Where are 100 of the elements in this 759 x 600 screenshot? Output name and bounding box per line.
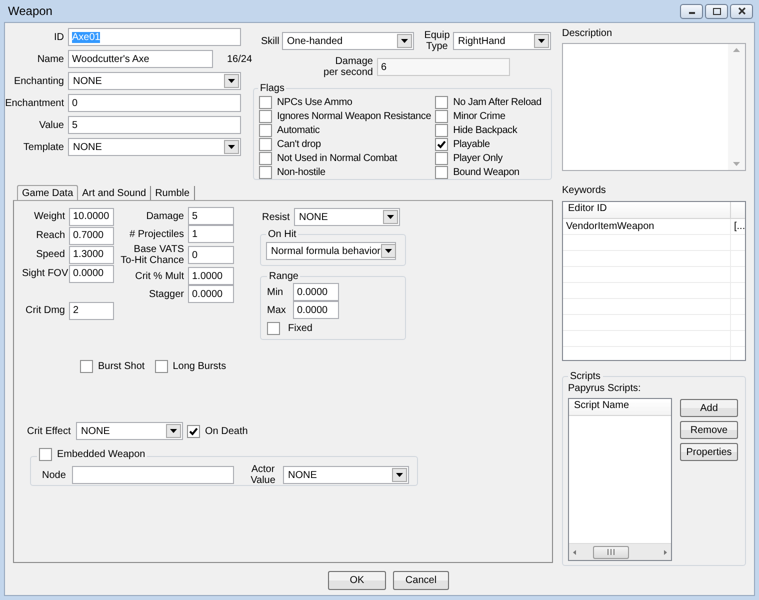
text-field[interactable]: 5 bbox=[188, 207, 234, 225]
checkbox[interactable] bbox=[435, 96, 448, 109]
group-title: Range bbox=[269, 271, 298, 282]
close-button[interactable] bbox=[730, 4, 753, 18]
keyword-list[interactable]: Editor ID VendorItemWeapon [... bbox=[562, 201, 746, 361]
list-cell[interactable]: VendorItemWeapon bbox=[563, 219, 731, 235]
field-label: Name bbox=[36, 54, 64, 64]
script-button[interactable]: Properties bbox=[680, 443, 738, 461]
dropdown[interactable]: NONE bbox=[294, 208, 400, 226]
field-label: Description bbox=[562, 28, 614, 41]
field-label: Base VATS To-Hit Chance bbox=[120, 244, 184, 266]
field-label: Crit Dmg bbox=[24, 305, 65, 316]
checkbox-label: Fixed bbox=[288, 323, 312, 334]
checkbox[interactable] bbox=[259, 152, 272, 165]
vertical-scrollbar[interactable] bbox=[728, 44, 745, 170]
tab[interactable]: Art and Sound bbox=[78, 186, 152, 200]
checkbox[interactable] bbox=[435, 124, 448, 137]
maximize-button[interactable] bbox=[705, 4, 728, 18]
dropdown-arrow-icon bbox=[228, 79, 235, 83]
checkbox-label: Hide Backpack bbox=[453, 125, 518, 136]
text-field[interactable]: 5 bbox=[68, 116, 241, 134]
field-label: ID bbox=[53, 32, 64, 42]
list-cell[interactable]: [... bbox=[731, 219, 745, 235]
dropdown[interactable]: NONE bbox=[76, 422, 183, 440]
checkbox-label: Minor Crime bbox=[453, 111, 506, 122]
checkbox[interactable] bbox=[80, 360, 93, 373]
script-list[interactable]: Script Name bbox=[568, 398, 672, 561]
text-field[interactable]: 0.0000 bbox=[293, 283, 339, 301]
script-button[interactable]: Add bbox=[680, 399, 738, 417]
text-field[interactable]: 2 bbox=[69, 302, 114, 320]
field-label: Max bbox=[267, 304, 287, 316]
checkbox[interactable] bbox=[259, 110, 272, 123]
field-label: Skill bbox=[261, 36, 277, 46]
text-field[interactable]: 0 bbox=[188, 246, 234, 264]
checkbox[interactable] bbox=[435, 138, 448, 151]
script-button[interactable]: Remove bbox=[680, 421, 738, 439]
scroll-up-icon[interactable] bbox=[733, 48, 740, 52]
checkbox[interactable] bbox=[187, 424, 200, 438]
dialog-button[interactable]: OK bbox=[328, 571, 386, 590]
tab[interactable]: Rumble bbox=[151, 186, 195, 200]
checkbox[interactable] bbox=[259, 166, 272, 179]
field-label: Actor Value bbox=[250, 464, 276, 486]
field-label: Crit % Mult bbox=[134, 270, 184, 282]
text-field[interactable]: 0.0000 bbox=[188, 285, 234, 303]
field-label: Stagger bbox=[148, 288, 184, 300]
checkbox-label: Non-hostile bbox=[277, 167, 326, 178]
text-field[interactable]: 0.7000 bbox=[69, 226, 114, 244]
checkbox-label: NPCs Use Ammo bbox=[277, 97, 352, 108]
description-field[interactable] bbox=[562, 43, 746, 171]
dropdown[interactable]: One-handed bbox=[282, 32, 414, 50]
text-field[interactable]: 0.0000 bbox=[293, 301, 339, 319]
dropdown-arrow-icon bbox=[396, 473, 403, 477]
checkbox[interactable] bbox=[259, 96, 272, 109]
checkbox-label: On Death bbox=[205, 426, 248, 436]
field-label: Value bbox=[38, 120, 64, 130]
field-label: Weight bbox=[33, 211, 65, 222]
checkbox-label: Embedded Weapon bbox=[57, 448, 146, 461]
dropdown-arrow-icon bbox=[387, 215, 394, 219]
checkbox-label: Bound Weapon bbox=[453, 167, 520, 178]
text-field[interactable]: 1.3000 bbox=[69, 246, 114, 264]
text-field[interactable]: 10.0000 bbox=[69, 208, 114, 226]
horizontal-scrollbar[interactable] bbox=[569, 543, 671, 560]
checkbox[interactable] bbox=[154, 360, 168, 373]
close-icon bbox=[736, 7, 746, 15]
checkbox[interactable] bbox=[267, 322, 280, 335]
dropdown[interactable]: RightHand bbox=[453, 32, 551, 50]
text-field[interactable]: 0.0000 bbox=[69, 264, 114, 282]
text-field[interactable]: 1.0000 bbox=[188, 267, 234, 285]
text-field[interactable]: Woodcutter's Axe bbox=[68, 50, 213, 68]
dropdown[interactable]: Normal formula behavior bbox=[266, 242, 396, 260]
dropdown[interactable]: NONE bbox=[68, 72, 241, 90]
scroll-thumb[interactable] bbox=[593, 546, 629, 558]
checkbox-label: Burst Shot bbox=[98, 361, 145, 372]
dialog-button[interactable]: Cancel bbox=[393, 571, 449, 590]
text-field[interactable] bbox=[72, 466, 234, 484]
checkbox[interactable] bbox=[39, 448, 52, 461]
checkbox[interactable] bbox=[259, 124, 272, 137]
checkbox[interactable] bbox=[259, 138, 272, 151]
dropdown[interactable]: NONE bbox=[283, 466, 409, 484]
checkbox-label: Can't drop bbox=[277, 139, 321, 150]
checkbox[interactable] bbox=[435, 110, 448, 123]
column-header[interactable]: Script Name bbox=[569, 399, 671, 416]
dropdown[interactable]: NONE bbox=[68, 138, 241, 156]
field-label: Papyrus Scripts: bbox=[568, 383, 642, 396]
field-label: Speed bbox=[35, 249, 65, 260]
checkbox[interactable] bbox=[435, 166, 448, 179]
checkbox-label: Not Used in Normal Combat bbox=[277, 153, 398, 164]
field-label: Enchanting bbox=[12, 76, 64, 86]
field-label: Node bbox=[42, 470, 64, 480]
text-field[interactable]: 0 bbox=[68, 94, 241, 112]
checkbox[interactable] bbox=[435, 152, 448, 165]
scroll-down-icon[interactable] bbox=[733, 162, 740, 166]
minimize-button[interactable] bbox=[680, 4, 703, 18]
checkbox-label: Automatic bbox=[277, 125, 320, 136]
column-header[interactable]: Editor ID bbox=[563, 202, 731, 219]
tab[interactable]: Game Data bbox=[17, 185, 78, 200]
group-title: Flags bbox=[260, 83, 284, 94]
text-field[interactable]: 1 bbox=[188, 225, 234, 243]
field-label: # Projectiles bbox=[128, 228, 184, 240]
group-title: On Hit bbox=[268, 229, 296, 240]
